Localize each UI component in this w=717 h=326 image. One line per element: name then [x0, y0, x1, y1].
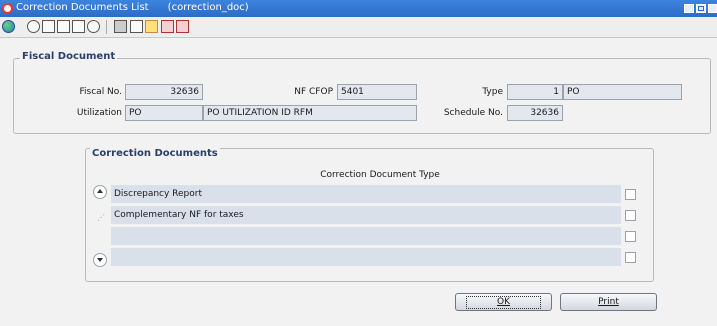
minimize-button[interactable] — [684, 4, 694, 13]
utilization-code-field[interactable]: PO — [125, 105, 203, 121]
oracle-app-icon — [2, 3, 13, 14]
spell-check-icon[interactable] — [42, 20, 55, 33]
table-row[interactable]: Complementary NF for taxes — [111, 206, 621, 225]
schedule-no-field[interactable]: 32636 — [507, 105, 563, 121]
utilization-label: Utilization — [76, 108, 122, 118]
table-row[interactable]: Discrepancy Report — [111, 185, 621, 204]
title-bar: Correction Documents List (correction_do… — [0, 0, 717, 17]
toolbar-separator — [106, 20, 107, 34]
calendar-icon[interactable] — [57, 20, 70, 33]
scroll-grip-icon[interactable]: ⋰ — [97, 214, 105, 229]
hint-icon[interactable] — [87, 20, 100, 33]
type-description-field[interactable]: PO — [563, 84, 682, 100]
print-icon[interactable] — [72, 20, 85, 33]
ok-button[interactable]: OK — [455, 293, 552, 311]
fiscal-no-label: Fiscal No. — [79, 87, 122, 97]
type-label: Type — [482, 87, 503, 97]
vertical-scrollbar[interactable]: ⋰ — [93, 185, 108, 268]
utilization-description-field[interactable]: PO UTILIZATION ID RFM — [203, 105, 417, 121]
ok-button-label: OK — [466, 296, 541, 309]
window-title: Correction Documents List (correction_do… — [16, 2, 249, 13]
maximize-button[interactable] — [696, 4, 706, 13]
close-window-button[interactable] — [708, 4, 717, 13]
print-button-label: Print — [598, 297, 619, 307]
column-header-correction-document-type: Correction Document Type — [320, 170, 440, 180]
scroll-up-icon[interactable] — [93, 185, 107, 199]
print-button[interactable]: Print — [560, 293, 657, 311]
row-checkbox[interactable] — [625, 231, 636, 242]
check-icon[interactable] — [130, 20, 143, 33]
fiscal-document-title: Fiscal Document — [20, 51, 118, 62]
nf-cfop-label: NF CFOP — [294, 87, 333, 97]
alert-icon[interactable] — [176, 20, 189, 33]
help-icon[interactable] — [27, 20, 40, 33]
scroll-down-icon[interactable] — [93, 253, 107, 267]
toolbar — [0, 17, 717, 38]
fiscal-no-field[interactable]: 32636 — [125, 84, 203, 100]
row-checkbox[interactable] — [625, 210, 636, 221]
row-checkbox[interactable] — [625, 189, 636, 200]
grid-icon[interactable] — [114, 20, 127, 33]
table-row[interactable] — [111, 248, 621, 267]
row-checkbox[interactable] — [625, 252, 636, 263]
type-code-field[interactable]: 1 — [507, 84, 563, 100]
warning-icon[interactable] — [145, 20, 158, 33]
globe-icon[interactable] — [2, 20, 15, 33]
schedule-no-label: Schedule No. — [443, 108, 503, 118]
correction-documents-title: Correction Documents — [90, 148, 220, 159]
user-icon[interactable] — [161, 20, 174, 33]
table-row[interactable] — [111, 227, 621, 246]
nf-cfop-field[interactable]: 5401 — [337, 84, 417, 100]
